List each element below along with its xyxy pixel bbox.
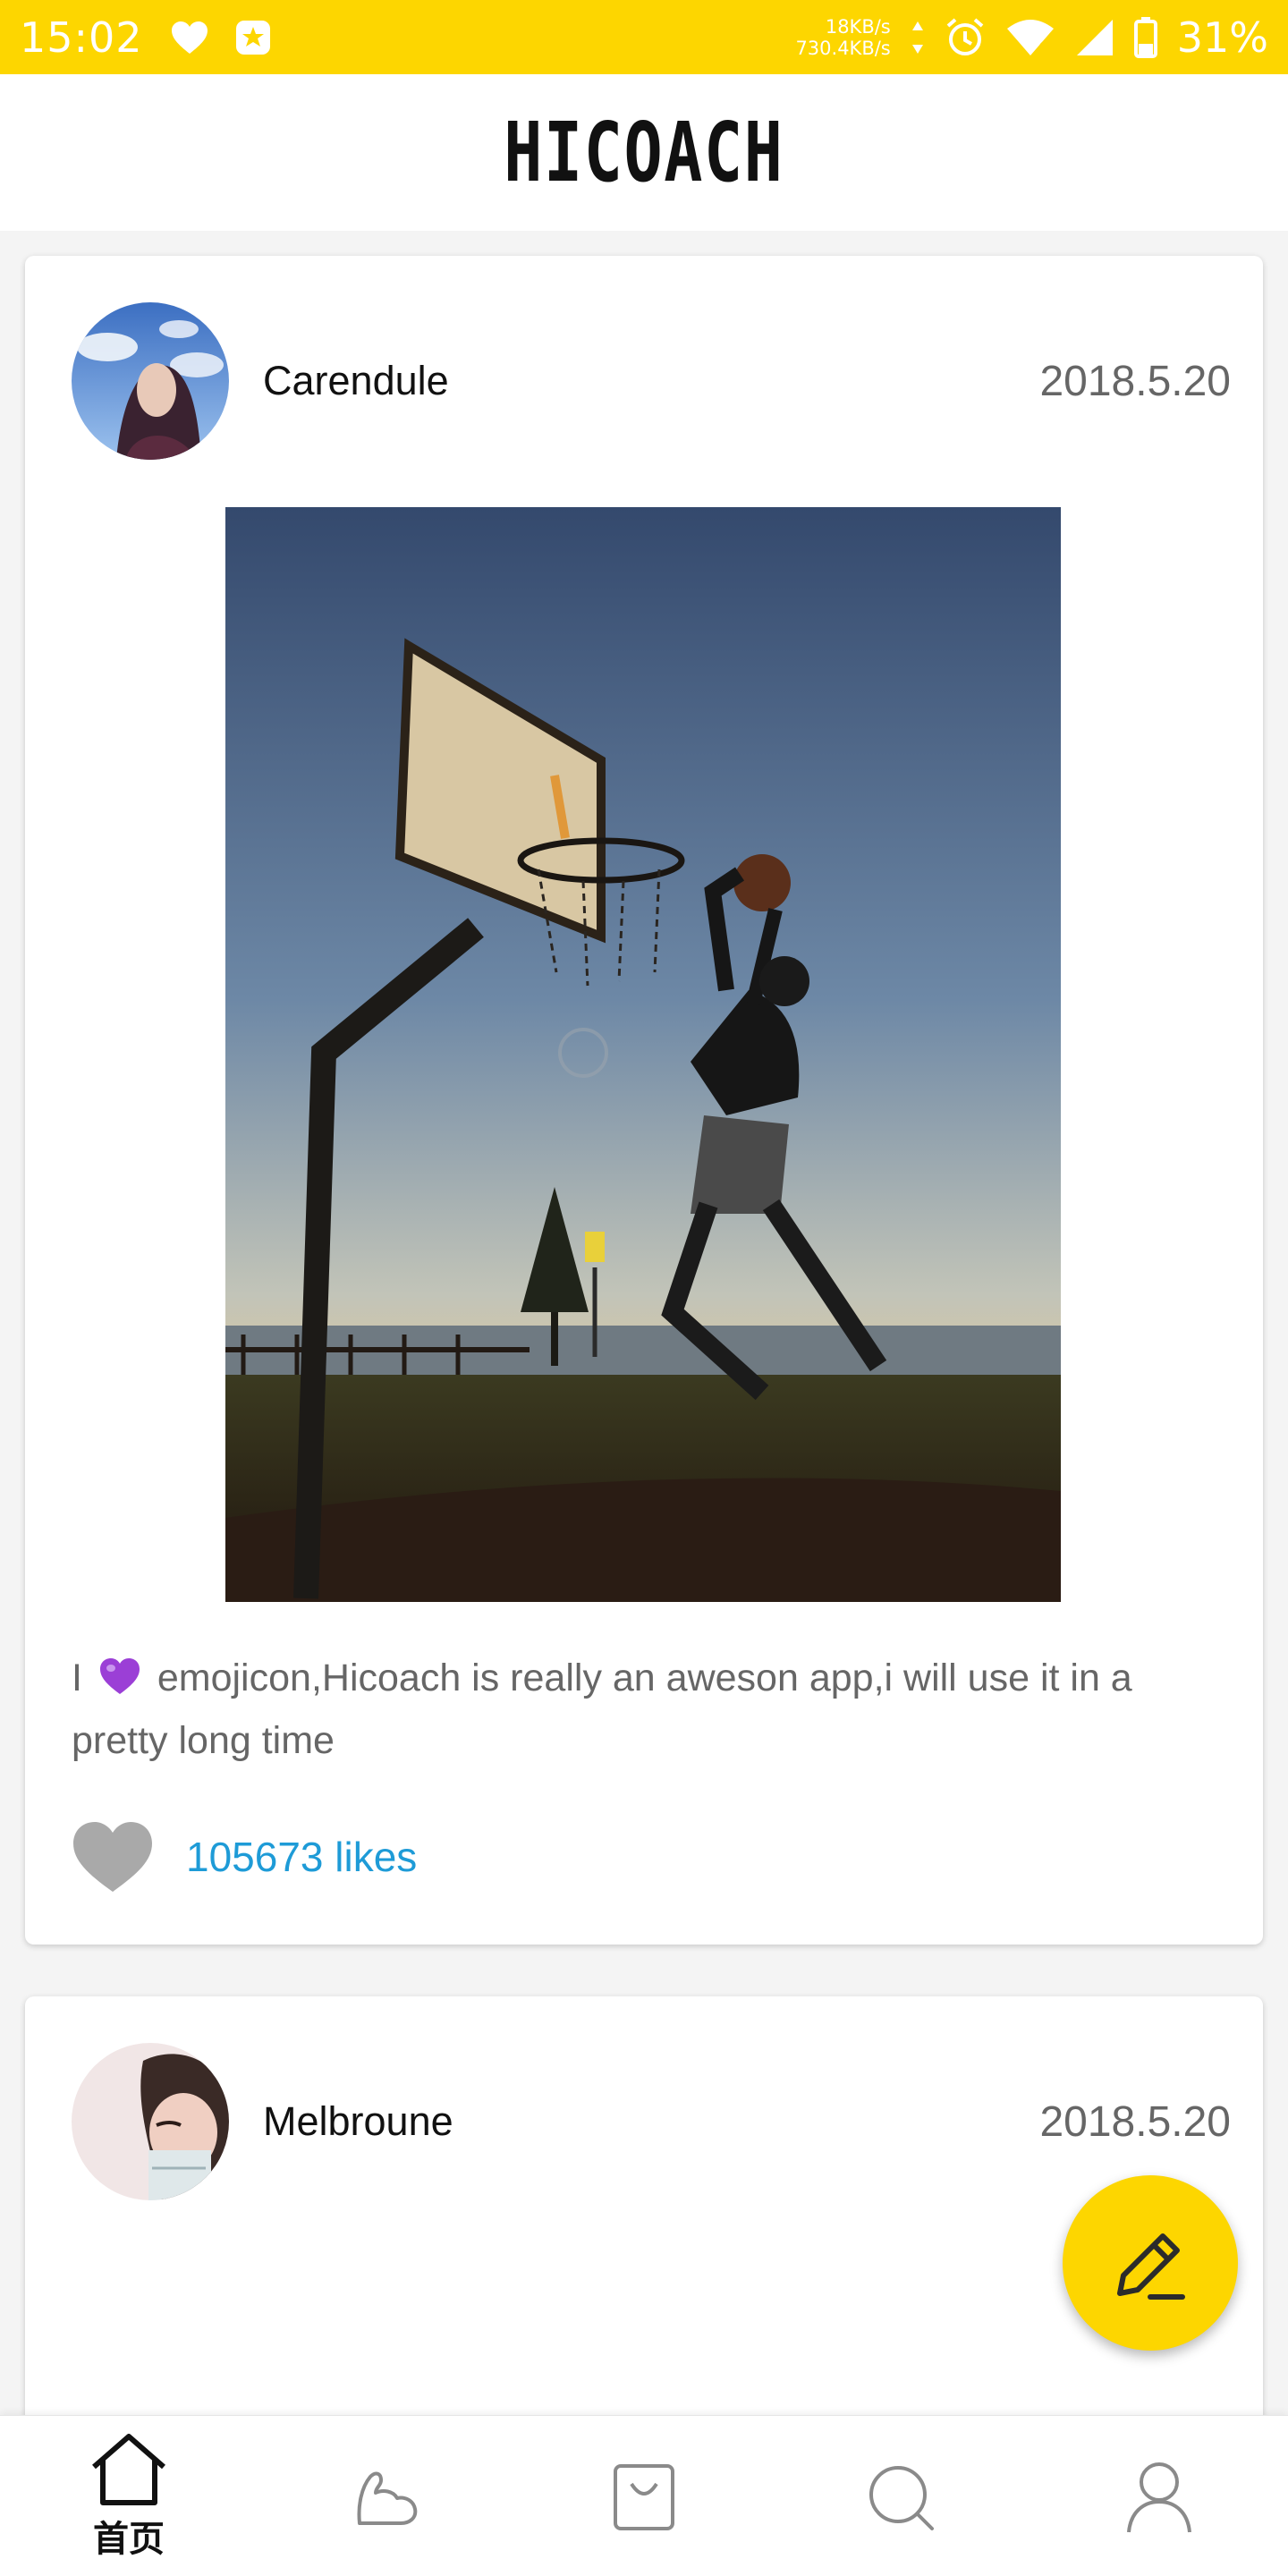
screen: 15:02 18KB/s 730.4KB/s 31% HICOACH Caren… <box>0 0 1288 2576</box>
app-header: HICOACH <box>0 74 1288 231</box>
network-speed: 18KB/s 730.4KB/s <box>795 16 890 59</box>
status-right: 18KB/s 730.4KB/s 31% <box>795 13 1268 62</box>
battery-icon <box>1133 16 1157 58</box>
avatar[interactable] <box>72 2043 229 2200</box>
search-icon <box>869 2465 934 2530</box>
status-bar: 15:02 18KB/s 730.4KB/s 31% <box>0 0 1288 74</box>
nav-shop[interactable] <box>555 2416 733 2576</box>
post-date: 2018.5.20 <box>1039 2097 1231 2146</box>
home-icon <box>92 2433 165 2505</box>
caption-text: emojicon,Hicoach is really an aweson app… <box>72 1657 1132 1762</box>
net-down: 730.4KB/s <box>795 37 891 59</box>
nav-home-label: 首页 <box>93 2518 165 2560</box>
likes-row: 105673 likes <box>72 1817 417 1897</box>
muscle-icon <box>357 2471 418 2525</box>
post-card[interactable]: Carendule 2018.5.20 I emojicon,Hicoach i… <box>25 256 1263 1945</box>
net-up: 18KB/s <box>825 15 891 38</box>
heart-icon <box>171 21 208 54</box>
app-notification-icon <box>235 20 270 55</box>
caption-prefix: I <box>72 1657 82 1699</box>
post-caption: I emojicon,Hicoach is really an aweson a… <box>72 1647 1234 1772</box>
purple-heart-emoji-icon <box>99 1658 140 1694</box>
pencil-icon <box>1117 2233 1185 2300</box>
battery-percent: 31% <box>1176 13 1268 62</box>
post-date: 2018.5.20 <box>1039 357 1231 405</box>
like-heart-icon[interactable] <box>72 1820 154 1894</box>
username[interactable]: Carendule <box>263 358 449 404</box>
post-header: Melbroune 2018.5.20 <box>72 2043 1231 2200</box>
avatar[interactable] <box>72 302 229 460</box>
alarm-icon <box>946 17 984 55</box>
likes-count[interactable]: 105673 likes <box>186 1833 417 1881</box>
status-left-icons <box>170 19 272 56</box>
nav-search[interactable] <box>812 2416 991 2576</box>
transfer-arrows-icon <box>911 21 923 54</box>
compose-post-button[interactable] <box>1063 2175 1238 2351</box>
nav-profile[interactable] <box>1070 2416 1249 2576</box>
nav-home[interactable]: 首页 <box>39 2416 218 2576</box>
profile-icon <box>1127 2462 1191 2532</box>
username[interactable]: Melbroune <box>263 2098 453 2145</box>
post-header: Carendule 2018.5.20 <box>72 302 1231 460</box>
signal-icon <box>1076 19 1113 55</box>
status-time: 15:02 <box>20 13 143 62</box>
bottom-nav: 首页 <box>0 2415 1288 2576</box>
wifi-icon <box>1006 19 1054 55</box>
app-title: HICOACH <box>504 105 784 200</box>
shopping-bag-icon <box>614 2463 674 2530</box>
nav-training[interactable] <box>297 2416 476 2576</box>
post-photo[interactable] <box>225 507 1061 1602</box>
